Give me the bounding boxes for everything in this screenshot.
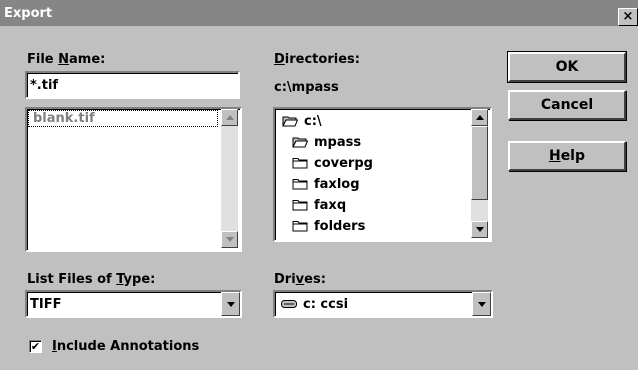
closed-folder-icon <box>292 179 308 190</box>
cancel-button-label: Cancel <box>540 97 594 113</box>
file-name-input[interactable]: *.tif <box>25 71 240 99</box>
include-annotations-checkbox[interactable]: ✔ <box>29 340 42 353</box>
file-name-label-post: ame: <box>69 52 106 67</box>
file-item-label: blank.tif <box>33 111 95 126</box>
scroll-down-button[interactable] <box>221 231 238 248</box>
file-type-label: List Files of Type: <box>27 272 155 287</box>
directories-label: Directories: <box>274 52 360 67</box>
drives-label: Drives: <box>274 272 326 287</box>
file-type-dropdown-button[interactable] <box>221 292 240 316</box>
title-bar[interactable]: Export <box>0 0 638 26</box>
directory-listbox[interactable]: c:\ mpass coverpg faxlog faxq folders <box>273 107 492 242</box>
chevron-down-icon <box>226 301 235 307</box>
file-list-scrollbar[interactable] <box>221 109 238 248</box>
drives-label-key: v <box>295 272 305 287</box>
ok-button[interactable]: OK <box>507 51 627 83</box>
file-name-label: File Name: <box>27 52 105 67</box>
directories-label-post: irectories: <box>284 52 360 67</box>
open-folder-icon <box>292 137 308 148</box>
include-annotations-option[interactable]: ✔ Include Annotations <box>29 339 199 354</box>
help-button-label-key: H <box>548 148 561 164</box>
include-annotations-label: Include Annotations <box>52 339 199 354</box>
drives-label-post: es: <box>304 272 326 287</box>
file-type-label-pre: List Files of <box>27 272 117 287</box>
closed-folder-icon <box>292 200 308 211</box>
file-listbox[interactable]: blank.tif <box>25 107 242 252</box>
arrow-down-icon <box>225 237 234 242</box>
file-type-label-key: T <box>116 272 124 287</box>
help-button[interactable]: Help <box>508 141 626 171</box>
chevron-down-icon <box>477 301 486 307</box>
file-type-label-post: ype: <box>123 272 156 287</box>
include-annotations-label-post: nclude Annotations <box>56 339 200 354</box>
dir-item-label: faxlog <box>314 176 360 192</box>
help-button-label-post: elp <box>560 148 586 164</box>
list-item[interactable]: faxlog <box>292 175 360 193</box>
close-button[interactable]: × <box>618 8 638 26</box>
window-title: Export <box>4 5 53 21</box>
arrow-up-icon <box>475 115 484 120</box>
file-name-value: *.tif <box>30 77 59 93</box>
dir-item-label: c:\ <box>304 113 322 129</box>
checkmark-icon: ✔ <box>30 340 41 353</box>
closed-folder-icon <box>292 221 308 232</box>
drives-value: c: ccsi <box>303 296 349 312</box>
dir-item-label: faxq <box>314 197 347 213</box>
export-dialog: Export × File Name: *.tif blank.tif Dire… <box>0 0 638 370</box>
file-type-value: TIFF <box>30 296 62 312</box>
file-type-select[interactable]: TIFF <box>25 290 242 318</box>
list-item[interactable]: c:\ <box>282 112 322 130</box>
close-icon: × <box>622 9 634 24</box>
dir-item-label: coverpg <box>314 155 373 171</box>
drive-icon <box>281 300 297 308</box>
list-item[interactable]: folders <box>292 217 365 235</box>
open-folder-icon <box>282 116 298 127</box>
closed-folder-icon <box>292 158 308 169</box>
list-item[interactable]: mpass <box>292 133 361 151</box>
dir-item-label: folders <box>314 218 366 234</box>
help-button-label: Help <box>549 148 585 164</box>
list-item[interactable]: blank.tif <box>28 110 218 127</box>
directory-list-scrollbar[interactable] <box>471 109 488 238</box>
list-item[interactable]: faxq <box>292 196 346 214</box>
cancel-button[interactable]: Cancel <box>508 90 626 120</box>
list-item[interactable]: coverpg <box>292 154 373 172</box>
scroll-up-button[interactable] <box>221 109 238 126</box>
arrow-up-icon <box>225 115 234 120</box>
drives-dropdown-button[interactable] <box>472 292 491 316</box>
current-path: c:\mpass <box>274 80 339 95</box>
file-name-label-key: N <box>58 52 70 67</box>
arrow-down-icon <box>475 227 484 232</box>
directories-label-key: D <box>274 52 285 67</box>
scroll-thumb[interactable] <box>471 126 488 200</box>
file-name-label-pre: File <box>27 52 59 67</box>
scroll-down-button[interactable] <box>471 221 488 238</box>
dir-item-label: mpass <box>314 134 362 150</box>
scroll-up-button[interactable] <box>471 109 488 126</box>
ok-button-label: OK <box>555 59 579 75</box>
drives-label-pre: Dri <box>274 272 296 287</box>
drives-select[interactable]: c: ccsi <box>273 290 493 318</box>
